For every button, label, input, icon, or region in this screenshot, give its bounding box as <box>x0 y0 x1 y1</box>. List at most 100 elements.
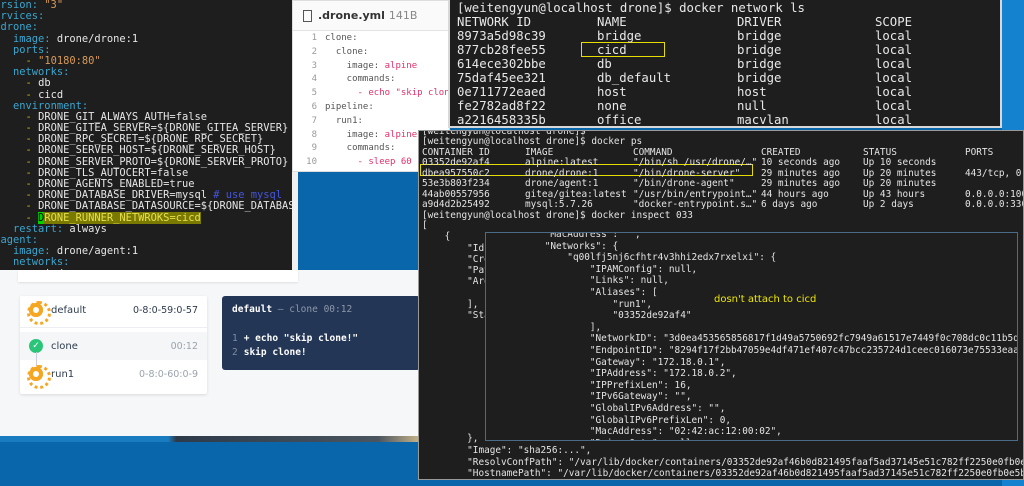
file-header: .drone.yml 141B <box>293 1 451 31</box>
inspect-line: "NetworkID": "3d0ea453565856817f1d49a575… <box>485 333 1018 345</box>
container-cell: 44 hours ago <box>761 188 829 200</box>
network-cell: cicd <box>597 43 627 57</box>
code-value: - sleep 60 <box>357 157 412 168</box>
file-icon <box>303 9 312 22</box>
network-cell: 877cb28fee55 <box>457 43 546 57</box>
log-text: + echo "skip clone!" <box>243 333 359 344</box>
code-line: 5 - echo "skip clone!" <box>293 88 466 102</box>
inspect-overlay[interactable]: dosn't attach to cicd "MacAddress": "", … <box>485 232 1018 441</box>
container-cell: Up 43 hours <box>863 188 926 200</box>
network-cell: 8973a5d98c39 <box>457 29 546 43</box>
line-number: 9 <box>311 143 317 154</box>
container-cell: drone/drone:1 <box>525 167 599 179</box>
code-line: 6 pipeline: <box>293 102 451 116</box>
docker-compose-editor[interactable]: version: "3"services: drone: image: dron… <box>0 0 298 272</box>
container-cell: a9d4d2b25492 <box>422 199 490 211</box>
column-header: DRIVER <box>737 15 782 29</box>
yaml-line: - db <box>25 77 51 90</box>
network-cell: bridge <box>597 29 642 43</box>
line-number: 10 <box>306 157 317 168</box>
container-cell: 53e3b803f234 <box>422 178 490 190</box>
line-number: 7 <box>311 115 317 126</box>
code-text: clone: <box>325 46 369 57</box>
step-clone[interactable]: ✓ clone 00:12 <box>20 332 207 360</box>
container-cell: "/bin/drone-server" <box>633 167 741 179</box>
log-step: clone <box>289 304 318 315</box>
container-cell: 0.0.0.0:100 <box>965 188 1024 200</box>
check-icon: ✓ <box>29 339 43 353</box>
inspect-line: "Links": null, <box>485 275 669 287</box>
inspect-line: ], <box>485 321 602 333</box>
inspect-line: "IPAddress": "172.18.0.2", <box>485 368 737 380</box>
code-line: 4 commands: <box>293 74 451 88</box>
network-cell: local <box>875 71 913 85</box>
code-line: 2 clone: <box>293 47 451 61</box>
column-header: CREATED <box>761 146 801 158</box>
network-cell: 614ece302bbe <box>457 57 546 71</box>
container-cell: 10 seconds ago <box>761 157 841 169</box>
inspect-line: "DriverOpts": null <box>486 438 692 440</box>
inspect-line: "HostnamePath": "/var/lib/docker/contain… <box>422 468 1024 480</box>
stage-list: default 0-8:0-59:0-57 ✓ clone 00:12 run1… <box>20 296 207 394</box>
code-line: 3 image: alpine <box>293 61 451 75</box>
container-cell: "/bin/sh /usr/drone/…" <box>633 157 758 169</box>
inspect-line: "Gateway": "172.18.0.1", <box>485 356 726 368</box>
inspect-line: "Aliases": [ <box>485 287 658 298</box>
yaml-line: - DRONE_DATABASE_DATASOURCE=${DRONE_DATA… <box>25 200 295 213</box>
code-line: 1 clone: <box>293 33 451 47</box>
inspect-line: "IPPrefixLen": 16, <box>485 379 692 391</box>
container-cell: "/usr/bin/entrypoint…" <box>633 188 758 200</box>
gear-icon <box>27 365 51 389</box>
network-cell: local <box>875 57 913 71</box>
network-cell: 75daf45ee321 <box>457 71 546 85</box>
log-time: 00:12 <box>323 304 353 315</box>
container-cell: 443/tcp, 0. <box>965 167 1024 179</box>
network-cell: none <box>597 99 627 113</box>
inspect-line: { <box>422 231 451 243</box>
card-edge <box>18 270 298 282</box>
container-cell: Up 20 minutes <box>863 178 937 190</box>
container-cell: drone/agent:1 <box>525 178 599 190</box>
network-cell: bridge <box>737 43 782 57</box>
gear-icon <box>27 301 51 325</box>
inspect-line: ], <box>422 298 479 310</box>
code-text: clone: <box>325 33 358 43</box>
network-cell: macvlan <box>737 113 789 127</box>
line-number: 2 <box>311 46 317 57</box>
container-cell: "/bin/drone-agent" <box>633 178 735 190</box>
code-text: pipeline: <box>325 102 374 112</box>
line-number: 4 <box>311 74 317 85</box>
divider <box>20 327 207 328</box>
stage-name: default <box>51 304 87 316</box>
inspect-line: "Image": "sha256:...", <box>422 444 592 456</box>
inspect-line: "EndpointID": "8294f17f2bb47059e4df471ef… <box>485 345 1018 356</box>
network-cell: bridge <box>737 71 782 85</box>
file-name: .drone.yml <box>318 9 385 22</box>
step-time: 0-8:0-60:0-9 <box>139 368 198 380</box>
container-cell: 44ab00557956 <box>422 188 490 200</box>
stage-default[interactable]: default 0-8:0-59:0-57 <box>20 296 207 325</box>
code-text: run1: <box>325 115 363 126</box>
network-cell: db_default <box>597 71 672 85</box>
container-cell: dbea957550c2 <box>422 167 490 179</box>
container-cell: "docker-entrypoint.s…" <box>633 199 758 211</box>
step-time: 00:12 <box>170 340 198 352</box>
log-panel: default — clone 00:12 1 + echo "skip clon… <box>222 296 420 370</box>
code-value: alpine <box>384 129 418 140</box>
network-cell: local <box>875 113 913 127</box>
network-terminal[interactable]: [weitengyun@localhost drone]$ docker net… <box>448 0 1002 128</box>
inspect-line: "03352de92af4" <box>485 310 692 322</box>
network-cell: fe2782ad8f22 <box>457 99 546 113</box>
line-number: 8 <box>311 129 317 140</box>
network-cell: local <box>875 99 913 113</box>
inspect-line: "IPAMConfig": null, <box>485 263 698 275</box>
inspect-line: "ResolvConfPath": "/var/lib/docker/conta… <box>422 456 1024 468</box>
inspect-line: [ <box>422 220 428 232</box>
column-header: CONTAINER ID <box>422 146 490 158</box>
file-size: 141B <box>388 9 418 22</box>
code-text: image: <box>325 60 385 71</box>
drone-build-page: default 0-8:0-59:0-57 ✓ clone 00:12 run1… <box>0 270 420 436</box>
step-run1[interactable]: run1 0-8:0-60:0-9 <box>20 360 207 389</box>
inspect-line: "IPv6Gateway": "", <box>485 391 692 403</box>
